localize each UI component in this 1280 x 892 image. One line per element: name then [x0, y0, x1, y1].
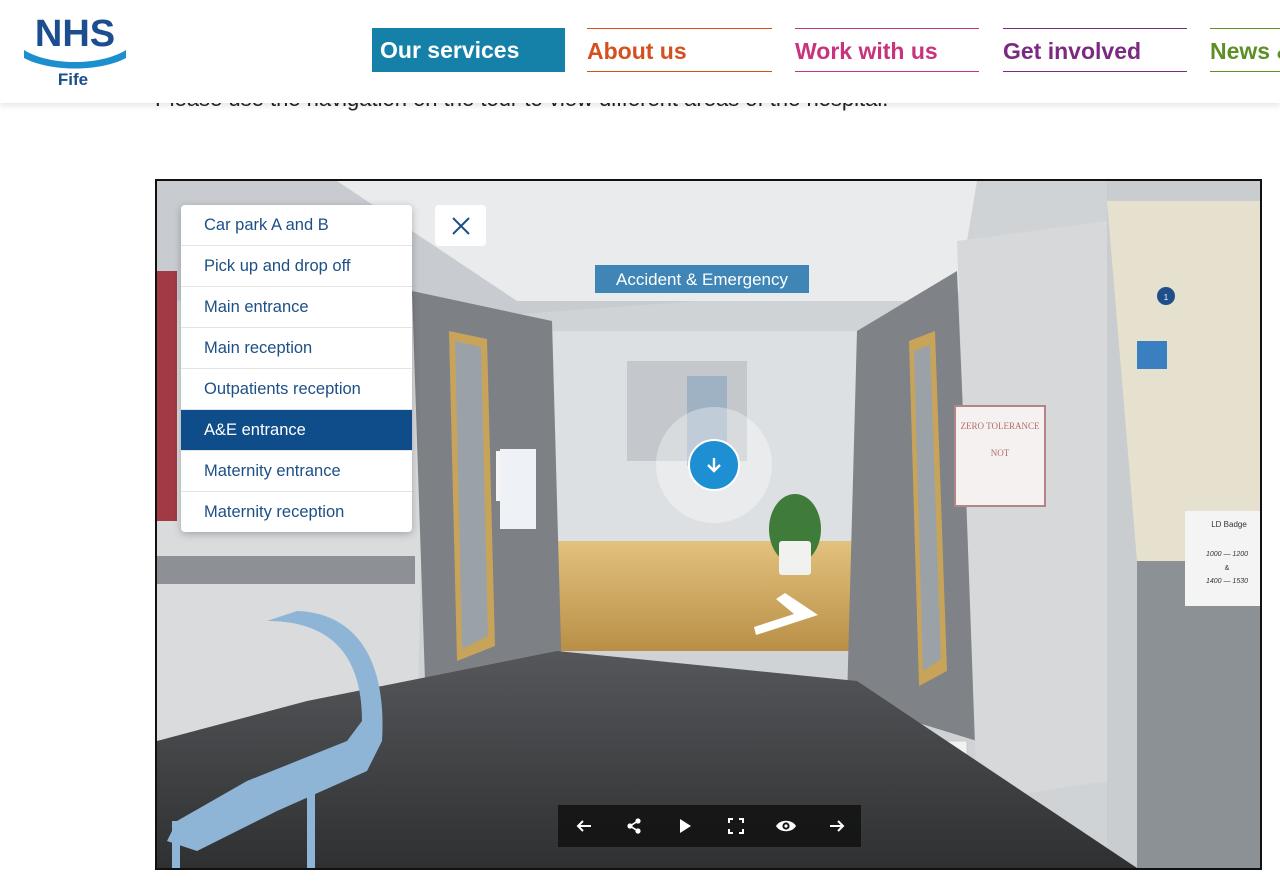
zero-tolerance-poster-not: NOT — [991, 448, 1010, 458]
play-icon — [680, 819, 691, 833]
hours-sign-and: & — [1225, 565, 1230, 572]
nav-get-involved[interactable]: Get involved — [1003, 28, 1187, 72]
view-button[interactable] — [772, 812, 800, 840]
nav-about-us[interactable]: About us — [587, 28, 772, 72]
hours-sign-line1: 1000 — 1200 — [1206, 551, 1248, 558]
menu-item-outpatients-reception[interactable]: Outpatients reception — [181, 369, 412, 410]
menu-item-maternity-reception[interactable]: Maternity reception — [181, 492, 412, 532]
arrow-down-icon — [707, 458, 721, 473]
close-icon — [451, 216, 470, 235]
nav-news-events[interactable]: News & events — [1210, 28, 1280, 72]
virtual-tour-viewer[interactable]: Accident & Emergency ZERO TOLERANCE NOT … — [155, 179, 1262, 870]
site-header: NHS Fife Our services About us Work with… — [0, 0, 1280, 103]
back-icon — [576, 820, 591, 832]
location-menu: Car park A and B Pick up and drop off Ma… — [181, 205, 412, 532]
back-button[interactable] — [570, 812, 598, 840]
scene-arrow-right-icon[interactable] — [750, 591, 820, 637]
hotspot-button[interactable] — [688, 439, 740, 491]
logo-nhs-text: NHS — [35, 13, 115, 55]
zero-tolerance-poster: ZERO TOLERANCE — [961, 421, 1040, 431]
menu-item-maternity-entrance[interactable]: Maternity entrance — [181, 451, 412, 492]
bay-number-label: 1 — [1164, 293, 1169, 302]
hours-sign-line2: 1400 — 1530 — [1206, 578, 1248, 585]
forward-icon — [830, 820, 845, 832]
menu-item-main-reception[interactable]: Main reception — [181, 328, 412, 369]
nav-work-with-us[interactable]: Work with us — [795, 28, 979, 72]
forward-button[interactable] — [823, 812, 851, 840]
play-button[interactable] — [671, 812, 699, 840]
hotspot-go-forward[interactable] — [656, 407, 772, 523]
share-button[interactable] — [620, 812, 648, 840]
nhs-fife-logo[interactable]: NHS Fife — [20, 12, 130, 90]
tour-control-bar — [558, 805, 861, 847]
nav-our-services[interactable]: Our services — [372, 28, 565, 72]
menu-item-main-entrance[interactable]: Main entrance — [181, 287, 412, 328]
menu-item-ae-entrance[interactable]: A&E entrance — [181, 410, 412, 451]
logo-fife-text: Fife — [58, 70, 88, 89]
fullscreen-icon — [728, 818, 744, 834]
share-icon — [627, 818, 641, 834]
accident-emergency-sign: Accident & Emergency — [616, 270, 788, 289]
fullscreen-button[interactable] — [722, 812, 750, 840]
menu-item-pick-up-drop-off[interactable]: Pick up and drop off — [181, 246, 412, 287]
view-icon — [776, 820, 796, 832]
hours-sign-title: LD Badge — [1211, 520, 1247, 529]
close-menu-button[interactable] — [435, 205, 486, 246]
menu-item-car-park[interactable]: Car park A and B — [181, 205, 412, 246]
